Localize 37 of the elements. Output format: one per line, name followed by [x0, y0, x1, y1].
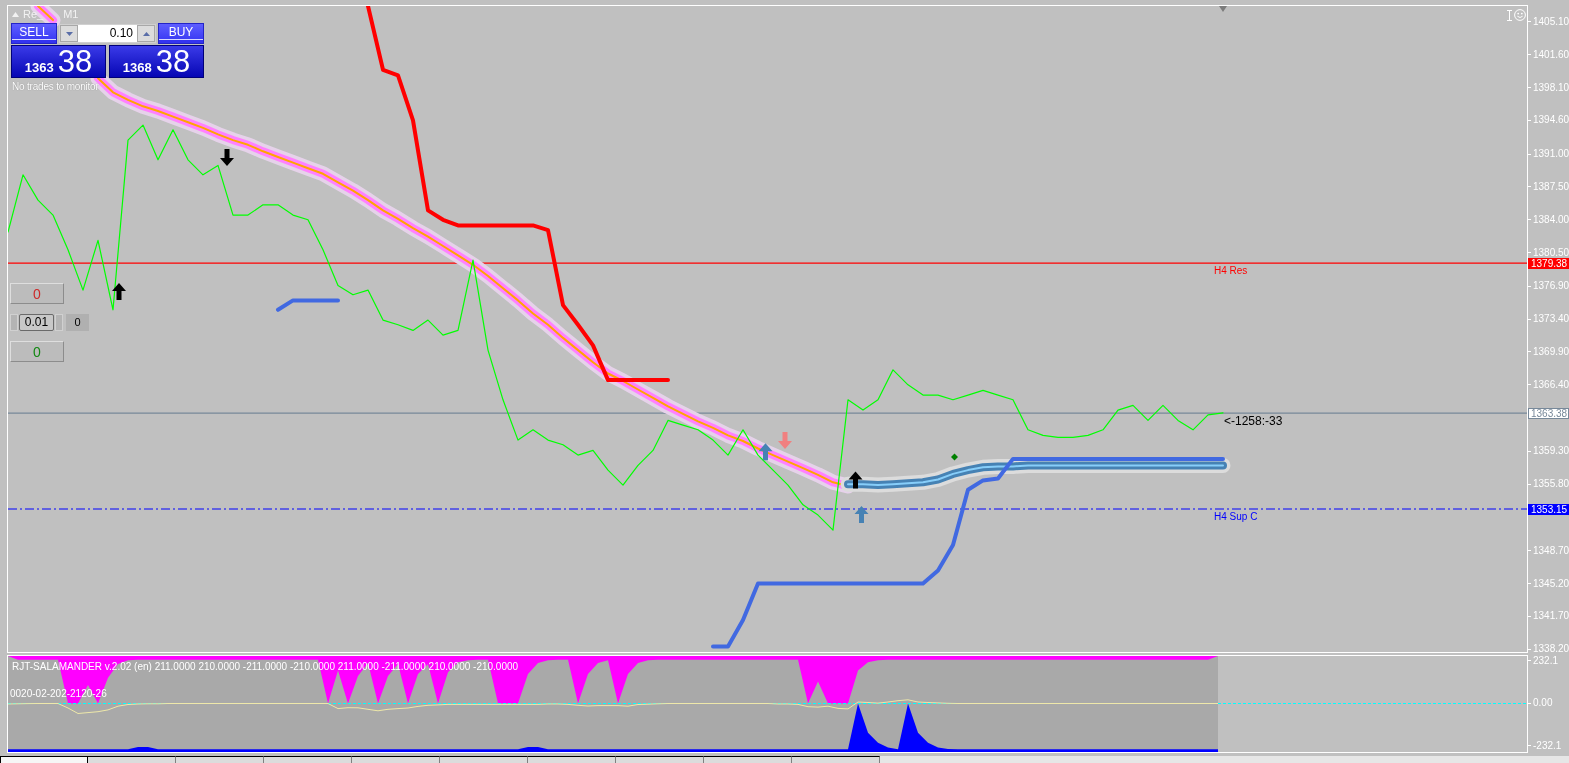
price-axis-label: 1376.90	[1528, 281, 1569, 292]
chart-tab[interactable]	[616, 756, 704, 763]
chart-tab[interactable]	[792, 756, 880, 763]
i-beam-icon	[1507, 9, 1512, 21]
price-axis-label: 1398.10	[1528, 82, 1569, 93]
price-axis-label: 1391.00	[1528, 149, 1569, 160]
level-label: H4 Sup C	[1214, 511, 1258, 522]
indicator-axis-label: 232.1	[1528, 655, 1559, 666]
chart-tab[interactable]	[264, 756, 352, 763]
chart-tab[interactable]	[0, 756, 88, 763]
chart-tab[interactable]	[88, 756, 176, 763]
indicator-axis-label: -232.1	[1528, 740, 1562, 751]
price-axis-label: 1345.20	[1528, 578, 1569, 589]
price-tag: 1379.38	[1528, 257, 1569, 269]
price-axis-label: 1380.50	[1528, 247, 1569, 258]
price-axis-label: 1373.40	[1528, 314, 1569, 325]
chart-tab[interactable]	[528, 756, 616, 763]
price-axis-label: 1401.60	[1528, 49, 1569, 60]
price-tag: 1363.38	[1528, 407, 1569, 419]
price-axis-label: 1405.10	[1528, 16, 1569, 27]
price-axis-label: 1338.20	[1528, 644, 1569, 655]
price-axis-label: 1394.60	[1528, 115, 1569, 126]
chart-tab[interactable]	[704, 756, 792, 763]
chart-tab[interactable]	[352, 756, 440, 763]
price-tag: 1353.15	[1528, 503, 1569, 515]
price-axis-label: 1359.30	[1528, 446, 1569, 457]
price-axis-label: 1384.00	[1528, 214, 1569, 225]
level-label: H4 Res	[1214, 265, 1248, 277]
price-axis-label: 1387.50	[1528, 181, 1569, 192]
chart-tab[interactable]	[176, 756, 264, 763]
price-axis-label: 1348.70	[1528, 545, 1569, 556]
price-axis-label: 1341.70	[1528, 611, 1569, 622]
price-axis-label: 1355.80	[1528, 479, 1569, 490]
price-axis-label: 1369.90	[1528, 346, 1569, 357]
price-axis-label: 1366.40	[1528, 379, 1569, 390]
chart-tab[interactable]	[440, 756, 528, 763]
chart-note: <-1258:-33	[1224, 413, 1283, 428]
